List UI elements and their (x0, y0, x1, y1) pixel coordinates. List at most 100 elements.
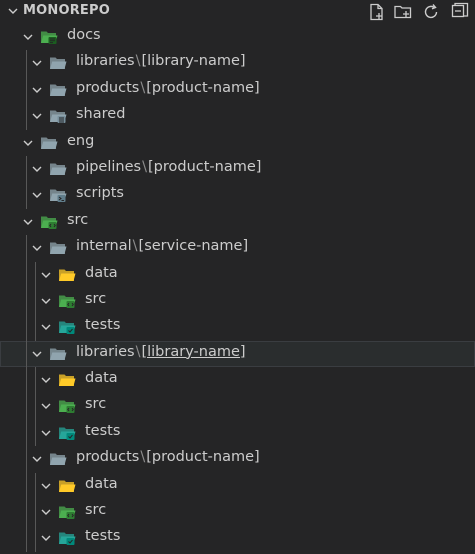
indent-guide (26, 472, 27, 500)
tree-row[interactable]: src (0, 209, 475, 235)
chevron-down-icon[interactable] (39, 531, 53, 545)
folder-placeholder-name: [service-name] (138, 238, 249, 255)
tree-item-label: scripts (76, 185, 124, 201)
chevron-down-icon[interactable] (21, 30, 35, 44)
tree-item-label: libraries\[library-name] (76, 53, 246, 69)
chevron-down-icon[interactable] (21, 136, 35, 150)
indent-guide (26, 340, 27, 368)
folder-name: eng (67, 132, 95, 149)
folder-name: data (85, 475, 118, 492)
folder-placeholder-name: [product-name] (146, 79, 260, 96)
tree-row[interactable]: scripts (0, 182, 475, 209)
indent-guide (35, 525, 36, 552)
src-folder-icon (59, 295, 76, 308)
tree-item-label: src (85, 396, 106, 412)
tree-row[interactable]: products\[product-name] (0, 76, 475, 104)
tree-row[interactable]: shared (0, 103, 475, 130)
indent-guide (35, 261, 36, 288)
folder-name: data (85, 370, 118, 387)
path-separator: \ (132, 238, 138, 255)
tree-row[interactable]: data (0, 472, 475, 500)
folder-name: src (85, 290, 107, 307)
indent-guide (26, 50, 27, 77)
tree-item-label: pipelines\[product-name] (76, 159, 261, 175)
docs-folder-icon (41, 31, 58, 44)
folder-name: src (67, 211, 89, 228)
tree-row[interactable]: src (0, 393, 475, 420)
indent-guide (35, 393, 36, 420)
indent-guide (35, 472, 36, 500)
folder-name: internal (76, 238, 132, 255)
collapse-all-icon[interactable] (449, 2, 469, 22)
chevron-down-icon[interactable] (30, 83, 44, 97)
tree-row[interactable]: libraries\[library-name] (0, 340, 475, 368)
chevron-down-icon[interactable] (39, 294, 53, 308)
indent-guide (35, 367, 36, 394)
chevron-down-icon[interactable] (30, 109, 44, 123)
indent-guide (26, 76, 27, 104)
tree-item-label: data (85, 265, 118, 281)
tree-row[interactable]: libraries\[library-name] (0, 50, 475, 77)
chevron-down-icon[interactable] (39, 268, 53, 282)
indent-guide (26, 182, 27, 209)
tree-item-label: src (85, 291, 106, 307)
folder-name: tests (85, 317, 121, 334)
tree-row[interactable]: internal\[service-name] (0, 235, 475, 262)
indent-guide (26, 314, 27, 341)
chevron-down-icon[interactable] (39, 426, 53, 440)
folder-name: src (85, 396, 107, 413)
indent-guide (26, 287, 27, 315)
tree-row[interactable]: src (0, 287, 475, 315)
tests-folder-icon (59, 427, 76, 440)
chevron-down-icon[interactable] (39, 479, 53, 493)
tree-item-label: tests (85, 423, 120, 439)
chevron-down-icon[interactable] (30, 162, 44, 176)
new-folder-icon[interactable] (393, 2, 413, 22)
chevron-down-icon[interactable] (30, 56, 44, 70)
tests-folder-icon (59, 321, 76, 335)
tree-row[interactable]: pipelines\[product-name] (0, 155, 475, 183)
folder-icon (50, 242, 67, 255)
folder-icon (50, 348, 67, 360)
chevron-down-icon[interactable] (30, 347, 44, 361)
tests-folder-icon (59, 532, 76, 546)
chevron-down-icon[interactable] (30, 452, 44, 466)
tree-row[interactable]: docs (0, 24, 475, 50)
tree-item-label: tests (85, 528, 120, 544)
tree-item-label: data (85, 370, 118, 386)
indent-guide (26, 499, 27, 526)
tree-row[interactable]: eng (0, 130, 475, 156)
tree-row[interactable]: tests (0, 314, 475, 341)
chevron-down-icon[interactable] (39, 373, 53, 387)
tree-row[interactable]: products\[product-name] (0, 446, 475, 473)
chevron-down-icon[interactable] (6, 4, 20, 18)
indent-guide (26, 235, 27, 262)
chevron-down-icon[interactable] (39, 320, 53, 334)
tree-item-label: shared (76, 106, 125, 122)
tree-row[interactable]: tests (0, 419, 475, 447)
folder-placeholder-name: [library-name] (141, 53, 246, 70)
tree-row[interactable]: src (0, 499, 475, 526)
chevron-down-icon[interactable] (21, 215, 35, 229)
tree-row[interactable]: tests (0, 525, 475, 552)
indent-guide (26, 103, 27, 130)
indent-guide (26, 525, 27, 552)
tree-row[interactable]: data (0, 261, 475, 288)
chevron-down-icon[interactable] (39, 505, 53, 519)
indent-guide (35, 499, 36, 526)
new-file-icon[interactable] (367, 2, 387, 22)
folder-icon (50, 57, 67, 70)
file-tree: docs libraries\[library-name] products\[pr… (0, 24, 475, 552)
chevron-down-icon[interactable] (30, 241, 44, 255)
refresh-icon[interactable] (421, 2, 441, 22)
chevron-down-icon[interactable] (30, 188, 44, 202)
tree-row[interactable]: data (0, 367, 475, 394)
chevron-down-icon[interactable] (39, 399, 53, 413)
explorer-header[interactable]: MONOREPO (0, 0, 475, 24)
shared-folder-icon (50, 110, 67, 124)
tree-item-label: internal\[service-name] (76, 238, 248, 254)
folder-name: libraries (76, 53, 135, 70)
folder-placeholder-name: [product-name] (146, 449, 260, 466)
indent-guide (26, 155, 27, 183)
indent-guide (35, 419, 36, 447)
